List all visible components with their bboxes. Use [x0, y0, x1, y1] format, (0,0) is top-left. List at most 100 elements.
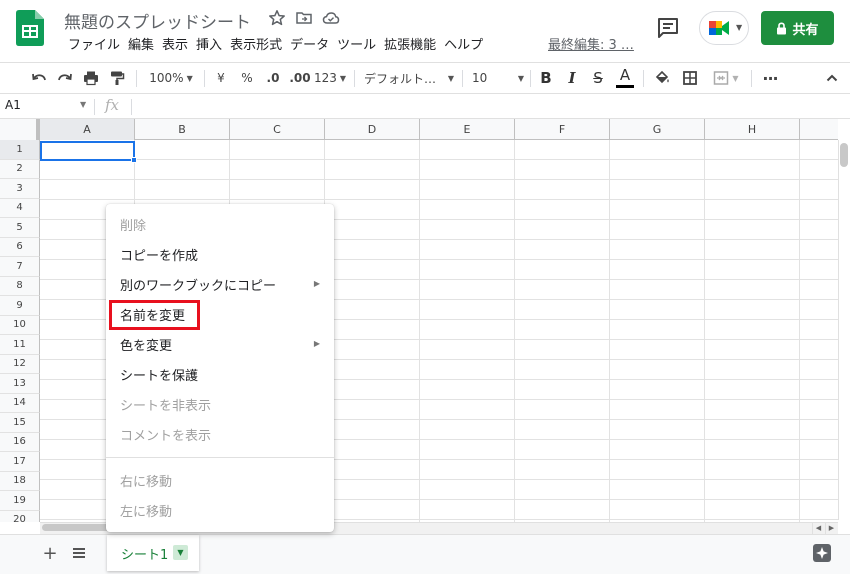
move-folder-icon[interactable] — [295, 9, 313, 27]
star-icon[interactable] — [268, 9, 286, 27]
menu-item-label: コメントを表示 — [120, 428, 212, 444]
cloud-saved-icon[interactable] — [322, 9, 340, 27]
redo-button[interactable] — [54, 63, 76, 93]
column-header-b[interactable]: B — [135, 119, 230, 140]
row-header-4[interactable]: 4 — [0, 198, 40, 218]
meet-button[interactable]: ▼ — [699, 11, 749, 45]
menu-item-label: シートを保護 — [120, 368, 199, 384]
currency-format-button[interactable]: ¥ — [212, 63, 230, 93]
text-color-button[interactable]: A — [615, 63, 635, 93]
share-button[interactable]: 共有 — [761, 11, 834, 45]
column-header-a[interactable]: A — [40, 119, 135, 140]
menu-item-view-comments[interactable]: コメントを表示 — [106, 419, 334, 449]
row-header-17[interactable]: 17 — [0, 452, 40, 472]
menu-help[interactable]: ヘルプ — [440, 36, 487, 56]
column-header-d[interactable]: D — [325, 119, 420, 140]
scroll-left-icon[interactable]: ◀ — [812, 522, 824, 534]
sheet-tab-menu-icon[interactable]: ▼ — [173, 545, 188, 560]
caret-down-icon[interactable]: ▼ — [80, 100, 86, 109]
menu-tools[interactable]: ツール — [333, 36, 380, 56]
row-header-1[interactable]: 1 — [0, 140, 40, 160]
row-header-16[interactable]: 16 — [0, 432, 40, 452]
scroll-right-icon[interactable]: ▶ — [825, 522, 837, 534]
column-header-e[interactable]: E — [420, 119, 515, 140]
percent-format-button[interactable]: % — [238, 63, 256, 93]
row-header-18[interactable]: 18 — [0, 471, 40, 491]
column-header-c[interactable]: C — [230, 119, 325, 140]
add-sheet-icon[interactable]: + — [40, 543, 60, 564]
menu-item-change-color[interactable]: 色を変更 ▶ — [106, 329, 334, 359]
row-header-7[interactable]: 7 — [0, 257, 40, 277]
paint-format-icon — [111, 71, 125, 85]
menu-item-move-left[interactable]: 左に移動 — [106, 495, 334, 525]
menu-edit[interactable]: 編集 — [124, 36, 158, 56]
sheets-logo-icon[interactable] — [16, 10, 44, 46]
merge-cells-button[interactable]: ▼ — [708, 63, 744, 93]
collapse-toolbar-icon[interactable] — [824, 63, 840, 93]
menu-item-label: 左に移動 — [120, 504, 173, 520]
column-header-i[interactable] — [800, 119, 838, 140]
comment-history-icon[interactable] — [656, 16, 680, 40]
print-button[interactable] — [80, 63, 102, 93]
column-header-g[interactable]: G — [610, 119, 705, 140]
row-header-20[interactable]: 20 — [0, 510, 40, 522]
row-header-9[interactable]: 9 — [0, 296, 40, 316]
menu-insert[interactable]: 挿入 — [192, 36, 226, 56]
menu-extensions[interactable]: 拡張機能 — [380, 36, 440, 56]
column-header-f[interactable]: F — [515, 119, 610, 140]
explore-icon[interactable] — [812, 543, 832, 563]
menu-item-copy-to[interactable]: 別のワークブックにコピー ▶ — [106, 269, 334, 299]
row-header-12[interactable]: 12 — [0, 354, 40, 374]
fill-handle[interactable] — [131, 157, 137, 163]
formula-divider — [94, 99, 95, 115]
redo-icon — [58, 73, 72, 81]
vertical-scroll-thumb[interactable] — [840, 143, 848, 167]
paint-format-button[interactable] — [106, 63, 128, 93]
font-family-select[interactable]: デフォルト… ▼ — [364, 63, 454, 93]
row-header-6[interactable]: 6 — [0, 237, 40, 257]
menu-format[interactable]: 表示形式 — [226, 36, 286, 56]
italic-button[interactable]: I — [563, 63, 581, 93]
increase-decimal-button[interactable]: .00 — [287, 63, 313, 93]
fill-color-button[interactable] — [652, 63, 672, 93]
name-box[interactable]: A1 — [5, 98, 21, 112]
menu-item-duplicate[interactable]: コピーを作成 — [106, 239, 334, 269]
horizontal-scroll-thumb[interactable] — [42, 524, 110, 531]
document-title[interactable]: 無題のスプレッドシート — [64, 8, 251, 33]
menu-item-delete[interactable]: 削除 — [106, 209, 334, 239]
vertical-scrollbar[interactable] — [838, 140, 850, 520]
row-header-5[interactable]: 5 — [0, 218, 40, 238]
row-header-3[interactable]: 3 — [0, 179, 40, 199]
bold-button[interactable]: B — [537, 63, 555, 93]
formula-input[interactable] — [134, 97, 834, 117]
font-size-select[interactable]: 10 ▼ — [472, 63, 524, 93]
all-sheets-icon[interactable] — [69, 543, 89, 563]
more-formats-button[interactable]: 123 ▼ — [314, 63, 346, 93]
last-edit-link[interactable]: 最終編集: 3 … — [548, 36, 634, 56]
row-header-11[interactable]: 11 — [0, 335, 40, 355]
row-header-19[interactable]: 19 — [0, 491, 40, 511]
menu-view[interactable]: 表示 — [158, 36, 192, 56]
menu-item-protect-sheet[interactable]: シートを保護 — [106, 359, 334, 389]
strikethrough-button[interactable]: S — [589, 63, 607, 93]
row-header-15[interactable]: 15 — [0, 413, 40, 433]
column-header-h[interactable]: H — [705, 119, 800, 140]
select-all-corner[interactable] — [0, 119, 40, 140]
chevron-down-icon: ▼ — [736, 23, 743, 32]
row-header-14[interactable]: 14 — [0, 393, 40, 413]
decrease-decimal-button[interactable]: .0 — [262, 63, 284, 93]
menu-data[interactable]: データ — [286, 36, 333, 56]
row-header-10[interactable]: 10 — [0, 315, 40, 335]
menu-file[interactable]: ファイル — [64, 36, 124, 56]
row-header-2[interactable]: 2 — [0, 159, 40, 179]
caret-down-icon: ▼ — [447, 73, 454, 83]
more-options-icon[interactable]: ··· — [760, 63, 780, 93]
selected-cell-a1[interactable] — [40, 141, 135, 161]
menu-item-move-right[interactable]: 右に移動 — [106, 465, 334, 495]
row-header-13[interactable]: 13 — [0, 374, 40, 394]
borders-button[interactable] — [680, 63, 700, 93]
menu-item-hide-sheet[interactable]: シートを非表示 — [106, 389, 334, 419]
undo-button[interactable] — [28, 63, 50, 93]
row-header-8[interactable]: 8 — [0, 276, 40, 296]
zoom-select[interactable]: 100% ▼ — [146, 63, 196, 93]
